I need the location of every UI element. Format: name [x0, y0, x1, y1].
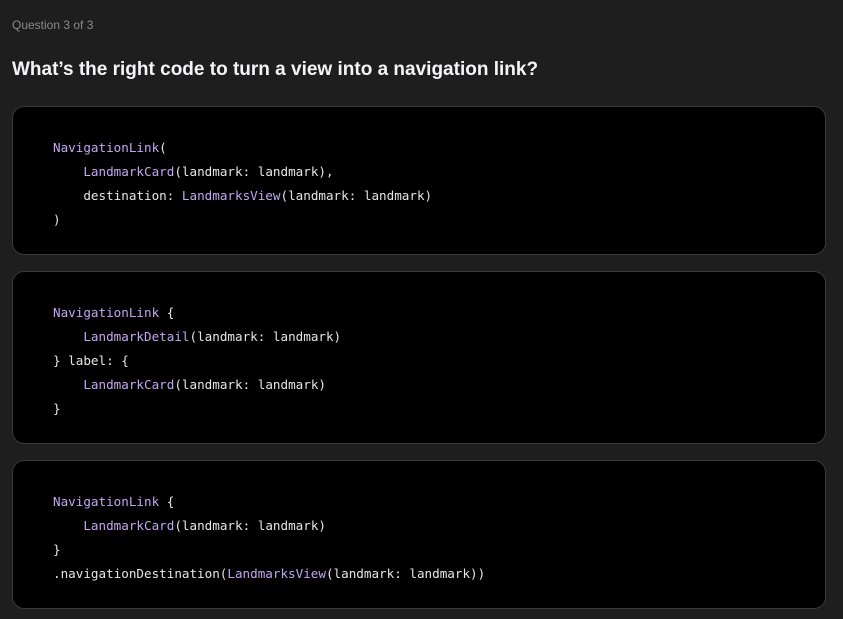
code-token-type: NavigationLink — [53, 140, 160, 155]
code-token-type: LandmarkCard — [83, 377, 175, 392]
code-token-type: NavigationLink — [53, 305, 160, 320]
code-token-type: LandmarkCard — [83, 164, 175, 179]
code-token: } — [53, 542, 61, 557]
answer-choice-3[interactable]: NavigationLink { LandmarkCard(landmark: … — [12, 460, 826, 609]
code-token: ) — [53, 212, 61, 227]
code-token: { — [159, 305, 175, 320]
question-title: What’s the right code to turn a view int… — [12, 59, 539, 80]
code-token: ( — [159, 140, 167, 155]
code-token: (landmark: landmark) — [189, 329, 342, 344]
code-line: NavigationLink { — [53, 490, 485, 514]
code-line: LandmarkCard(landmark: landmark) — [53, 514, 485, 538]
code-token: } label: { — [53, 353, 129, 368]
code-line: ) — [53, 208, 432, 232]
code-line: LandmarkCard(landmark: landmark), — [53, 160, 432, 184]
code-token: { — [159, 494, 175, 509]
code-token: .navigationDestination( — [53, 566, 228, 581]
code-token: (landmark: landmark), — [174, 164, 334, 179]
answer-choice-1[interactable]: NavigationLink( LandmarkCard(landmark: l… — [12, 106, 826, 255]
code-line: LandmarkDetail(landmark: landmark) — [53, 325, 341, 349]
code-token: (landmark: landmark) — [174, 377, 326, 392]
code-line: LandmarkCard(landmark: landmark) — [53, 373, 341, 397]
code-token: (landmark: landmark) — [280, 188, 433, 203]
code-line: .navigationDestination(LandmarksView(lan… — [53, 562, 485, 586]
code-line: } label: { — [53, 349, 341, 373]
code-token-type: LandmarkCard — [83, 518, 175, 533]
code-line: NavigationLink( — [53, 136, 432, 160]
code-snippet-1: NavigationLink( LandmarkCard(landmark: l… — [53, 136, 432, 232]
code-token-type: NavigationLink — [53, 494, 160, 509]
code-token: destination: — [53, 188, 182, 203]
code-token-type: LandmarksView — [227, 566, 326, 581]
code-line: destination: LandmarksView(landmark: lan… — [53, 184, 432, 208]
code-snippet-3: NavigationLink { LandmarkCard(landmark: … — [53, 490, 485, 586]
code-token-type: LandmarkDetail — [83, 329, 190, 344]
code-line: } — [53, 397, 341, 421]
code-token: (landmark: landmark) — [174, 518, 326, 533]
question-progress: Question 3 of 3 — [12, 18, 94, 32]
code-token-type: LandmarksView — [181, 188, 281, 203]
answer-choice-2[interactable]: NavigationLink { LandmarkDetail(landmark… — [12, 271, 826, 444]
code-line: NavigationLink { — [53, 301, 341, 325]
code-token: (landmark: landmark)) — [325, 566, 486, 581]
code-token: } — [53, 401, 61, 416]
code-line: } — [53, 538, 485, 562]
code-snippet-2: NavigationLink { LandmarkDetail(landmark… — [53, 301, 341, 421]
